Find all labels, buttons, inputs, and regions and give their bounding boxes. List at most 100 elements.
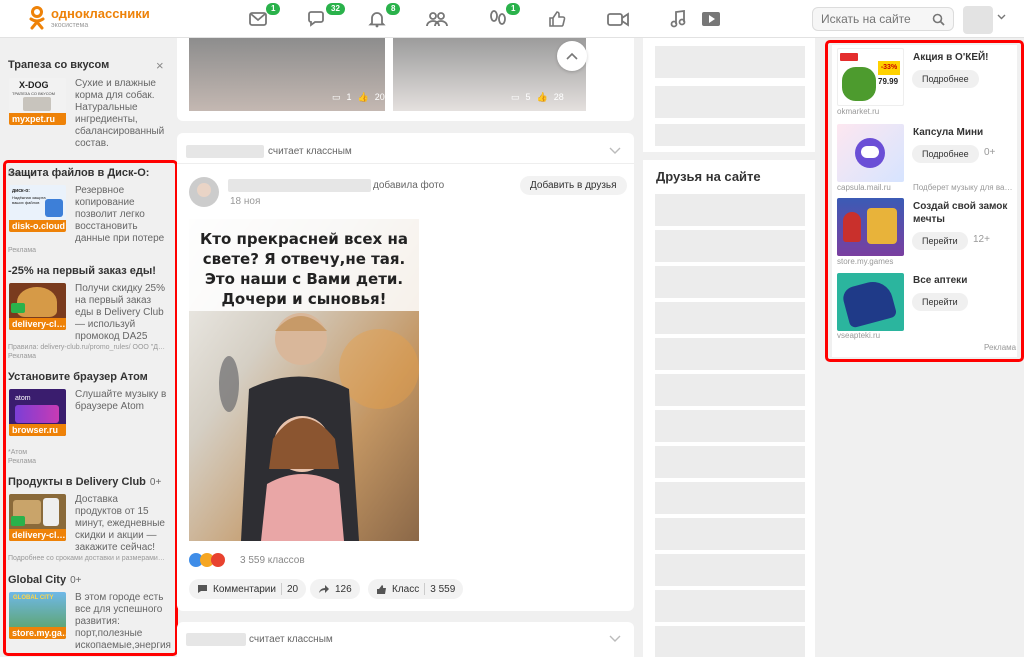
list-item[interactable] xyxy=(655,124,805,146)
messages-icon[interactable] xyxy=(247,9,269,29)
reaction-icons[interactable] xyxy=(189,553,225,567)
likes-thumb-icon[interactable] xyxy=(546,9,568,29)
list-item[interactable] xyxy=(655,86,805,118)
details-button[interactable]: Подробнее xyxy=(912,145,979,163)
class-like-button[interactable]: Класс 3 559 xyxy=(368,579,464,599)
guests-badge: 1 xyxy=(506,3,521,15)
go-button[interactable]: Перейти xyxy=(912,293,968,311)
ad-terms-note[interactable]: Подробнее со сроками доставки и размерам… xyxy=(8,555,165,562)
scroll-up-button[interactable] xyxy=(557,41,587,71)
notifications-bell-icon[interactable] xyxy=(366,9,388,29)
feed-post-next: считает классным xyxy=(177,622,634,657)
ad-title: Трапеза со вкусом xyxy=(8,59,110,71)
price-label: 79.99 xyxy=(878,77,899,86)
left-ad-disk-o[interactable]: Защита файлов в Диск-О: диск-о: Надёжная… xyxy=(8,167,168,254)
share-button[interactable]: 126 xyxy=(310,579,360,599)
left-ad-atom[interactable]: Установите браузер Атом atom browser.ru … xyxy=(8,371,168,465)
comments-button[interactable]: Комментарии 20 xyxy=(189,579,307,599)
ad-image-sublabel: Надёжная защита ваших файлов xyxy=(12,195,46,205)
friend-item[interactable] xyxy=(655,482,805,514)
logo[interactable]: одноклассники экосистема xyxy=(29,6,150,30)
ad-rules-note[interactable]: Правила: delivery-club.ru/promo_rules/ О… xyxy=(8,344,165,351)
friend-item[interactable] xyxy=(655,230,805,262)
discussions-icon[interactable] xyxy=(307,9,329,29)
user-avatar[interactable] xyxy=(963,6,993,34)
search-input[interactable] xyxy=(813,8,923,30)
comment-icon xyxy=(198,585,207,593)
friend-item[interactable] xyxy=(655,446,805,478)
left-ads-column: Трапеза со вкусом × X-DOG ТРАПЕЗА СО ВКУ… xyxy=(0,38,174,657)
friend-name-blurred[interactable] xyxy=(186,633,246,646)
video-play-icon[interactable] xyxy=(700,9,722,29)
comment-icon: ▭ xyxy=(332,92,341,102)
ad-image-label: GLOBAL CITY xyxy=(13,595,54,601)
post-date[interactable]: 18 ноя xyxy=(230,196,260,207)
feed-card-photos: ▭ 1 👍 20 ▭ 5 👍 28 xyxy=(177,38,634,121)
search-box[interactable] xyxy=(812,7,954,31)
list-item[interactable] xyxy=(655,46,805,78)
ad-source[interactable]: vseapteki.ru xyxy=(837,331,880,340)
class-label: Класс xyxy=(392,583,420,595)
ad-title[interactable]: Создай свой замок мечты xyxy=(913,200,1013,226)
friend-item[interactable] xyxy=(655,338,805,370)
post-photo[interactable]: Кто прекрасней всех на свете? Я отвечу,н… xyxy=(189,219,419,541)
ad-source[interactable]: okmarket.ru xyxy=(837,107,879,116)
left-ad-global-city[interactable]: Global City 0+ GLOBAL CITY store.my.ga… В… xyxy=(8,574,171,651)
friend-item[interactable] xyxy=(655,302,805,334)
friend-item[interactable] xyxy=(655,374,805,406)
left-ad-delivery-products[interactable]: Продукты в Delivery Club 0+ delivery-cl… … xyxy=(8,476,168,562)
add-friend-button[interactable]: Добавить в друзья xyxy=(520,176,627,195)
search-icon[interactable] xyxy=(932,13,945,26)
friends-online-title[interactable]: Друзья на сайте xyxy=(656,169,761,184)
milk-bottle-image xyxy=(43,498,59,526)
friend-item[interactable] xyxy=(655,590,805,622)
friend-name-blurred[interactable] xyxy=(186,145,264,158)
thumb-icon: 👍 xyxy=(536,92,548,102)
ad-description: Сухие и влажные корма для собак. Натурал… xyxy=(75,78,165,149)
thumb-icon: 👍 xyxy=(357,92,369,102)
comments-count: 20 xyxy=(286,583,299,595)
chevron-down-icon[interactable] xyxy=(997,14,1006,20)
feed-photo[interactable]: ▭ 5 👍 28 xyxy=(393,38,586,111)
ad-note: *Атом xyxy=(8,449,28,456)
ad-title[interactable]: Капсула Мини xyxy=(913,126,1013,139)
chevron-down-icon[interactable] xyxy=(609,635,621,642)
author-name-blurred[interactable] xyxy=(228,179,371,192)
left-ad-delivery-promo[interactable]: -25% на первый заказ еды! delivery-cl… П… xyxy=(8,265,168,360)
ads-label: Реклама xyxy=(984,343,1017,352)
ad-image[interactable] xyxy=(837,273,904,331)
friend-item[interactable] xyxy=(655,626,805,657)
guests-footprints-icon[interactable] xyxy=(487,9,509,29)
medical-glove-image xyxy=(840,277,898,329)
ad-label: Реклама xyxy=(8,458,37,465)
left-ad-trapeza[interactable]: Трапеза со вкусом × X-DOG ТРАПЕЗА СО ВКУ… xyxy=(8,58,168,178)
details-button[interactable]: Подробнее xyxy=(912,70,979,88)
friend-item[interactable] xyxy=(655,194,805,226)
ad-source[interactable]: store.my.games xyxy=(837,257,893,266)
age-rating: 0+ xyxy=(984,147,996,158)
go-button[interactable]: Перейти xyxy=(912,232,968,250)
ad-title[interactable]: Все аптеки xyxy=(913,274,1013,287)
video-camera-icon[interactable] xyxy=(607,9,629,29)
ad-title: -25% на первый заказ еды! xyxy=(8,265,156,277)
friend-item[interactable] xyxy=(655,266,805,298)
post-context-action: считает классным xyxy=(249,634,333,645)
ad-subtext: Подберет музыку для ва… xyxy=(913,183,1013,192)
close-icon[interactable]: × xyxy=(156,58,164,73)
ad-image[interactable] xyxy=(837,124,904,182)
ad-title[interactable]: Акция в О'КЕЙ! xyxy=(913,51,1013,64)
ad-source[interactable]: capsula.mail.ru xyxy=(837,183,891,192)
music-note-icon[interactable] xyxy=(667,9,689,29)
friend-item[interactable] xyxy=(655,554,805,586)
ad-image-label: atom xyxy=(15,395,31,402)
friend-item[interactable] xyxy=(655,518,805,550)
ad-image[interactable]: -33% 79.99 xyxy=(837,48,904,106)
author-avatar[interactable] xyxy=(189,177,219,207)
friend-item[interactable] xyxy=(655,410,805,442)
chevron-down-icon[interactable] xyxy=(609,147,621,154)
feed-photo[interactable]: ▭ 1 👍 20 xyxy=(189,38,385,111)
friends-icon[interactable] xyxy=(426,9,448,29)
thumb-up-icon xyxy=(377,584,386,594)
ad-image[interactable] xyxy=(837,198,904,256)
reactions-count[interactable]: 3 559 классов xyxy=(240,555,305,566)
